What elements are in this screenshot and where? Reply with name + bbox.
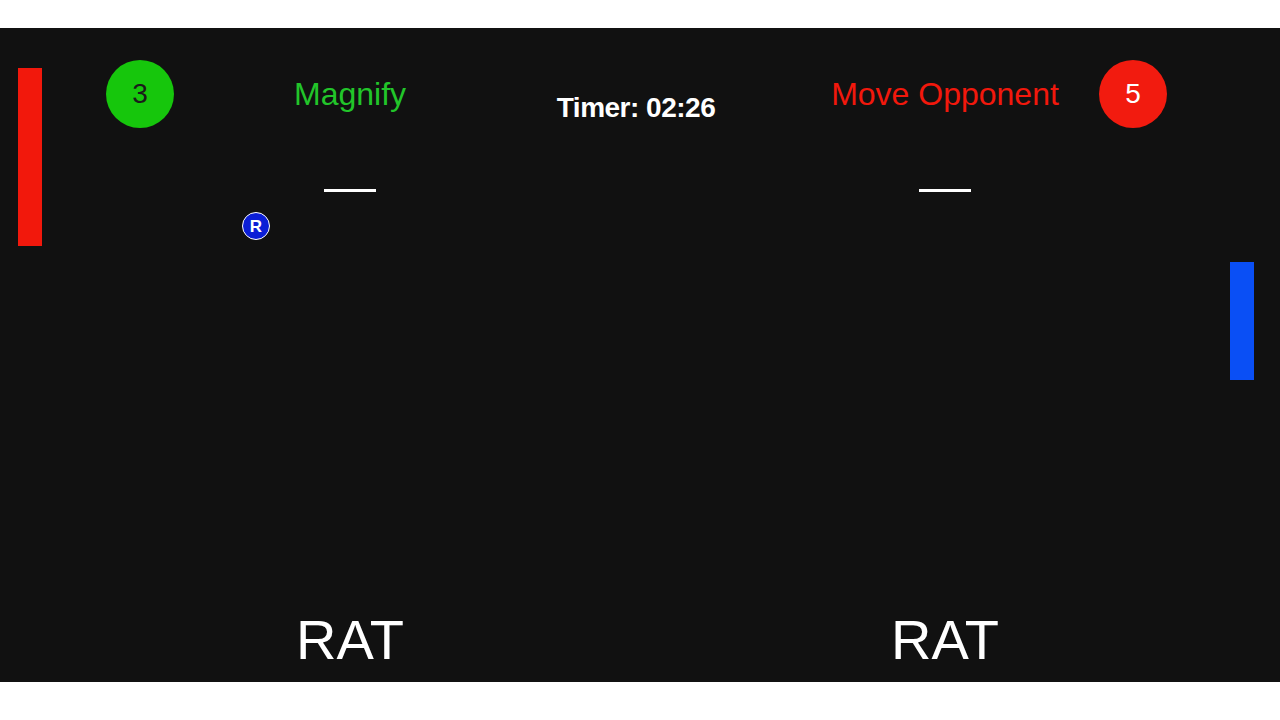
bottom-margin [0, 682, 1280, 720]
game-canvas[interactable]: Magnify RAT Move Opponent RAT 3 5 Timer: 02:26… [0, 28, 1280, 682]
player-panel: Magnify RAT [0, 28, 640, 682]
score-badge: 5 [1099, 60, 1167, 128]
paddle[interactable] [1230, 262, 1254, 380]
paddle[interactable] [18, 68, 42, 246]
score-badge: 3 [106, 60, 174, 128]
power-slot [919, 189, 971, 192]
top-margin [0, 0, 1280, 28]
ball: R [242, 212, 270, 240]
power-label: Move Opponent [831, 76, 1059, 112]
player-panel: Move Opponent RAT [640, 28, 1280, 682]
power-label: Magnify [294, 76, 406, 112]
power-slot [324, 189, 376, 192]
player-name: RAT [296, 608, 404, 672]
timer: Timer: 02:26 [557, 90, 715, 126]
game-page: Magnify RAT Move Opponent RAT 3 5 Timer: 02:26… [0, 0, 1280, 720]
player-name: RAT [891, 608, 999, 672]
